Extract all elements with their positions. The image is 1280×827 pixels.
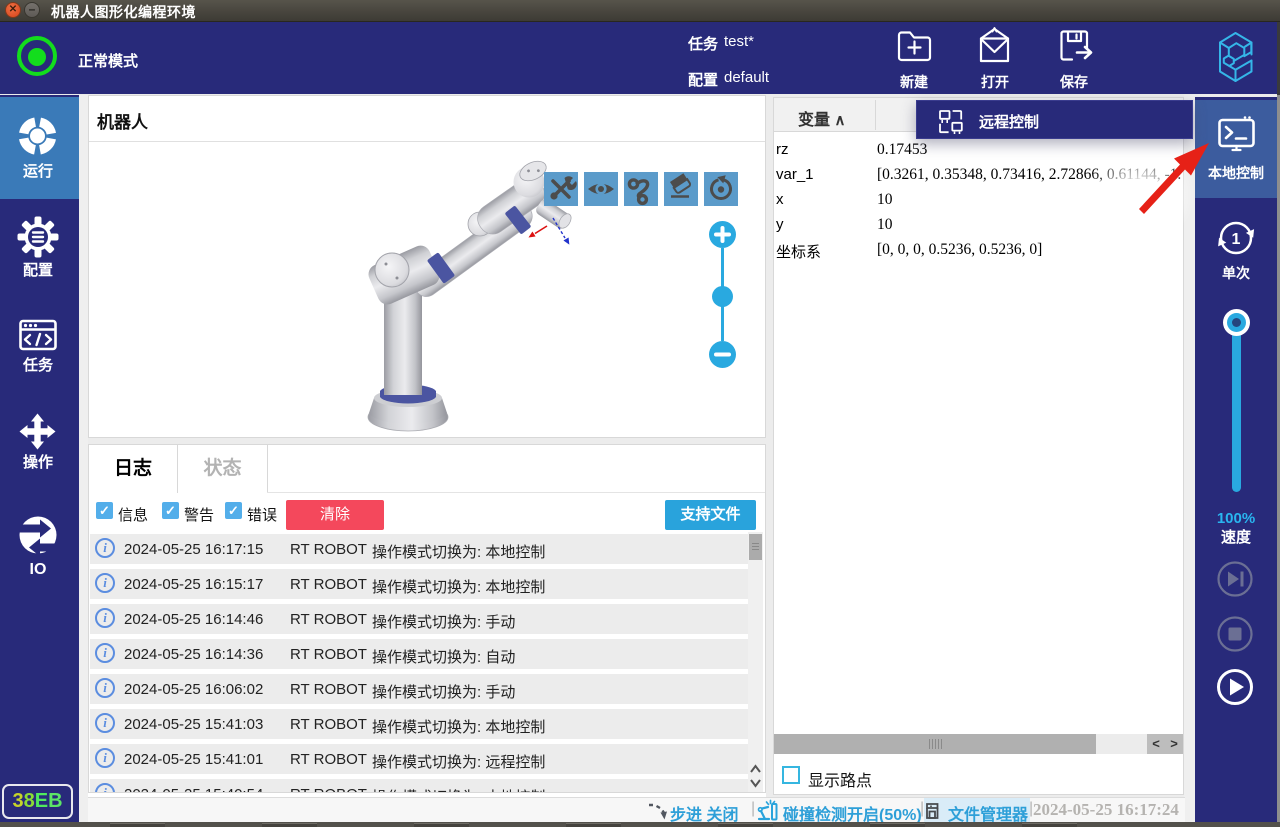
svg-text:1: 1 xyxy=(1232,231,1241,248)
